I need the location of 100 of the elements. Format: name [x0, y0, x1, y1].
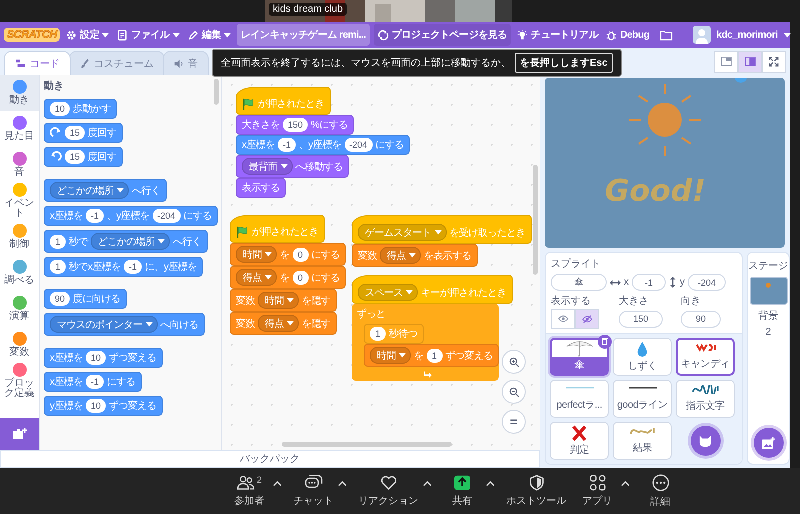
number-input[interactable]: -1 — [278, 138, 296, 152]
code-block[interactable]: x座標を -1 にする — [44, 372, 142, 392]
menu-item[interactable]: 設定 — [64, 26, 112, 44]
toolbar-button[interactable]: 共有 — [444, 474, 482, 508]
size-field[interactable]: 150 — [619, 310, 663, 328]
code-block[interactable]: 得点 を 0 にする — [230, 266, 346, 289]
code-block[interactable]: 大きさを 150 %にする — [236, 115, 354, 135]
category-item[interactable]: 制御 — [0, 219, 39, 255]
number-input[interactable]: 0 — [292, 248, 308, 262]
folder-icon[interactable] — [660, 30, 673, 40]
number-input[interactable]: 10 — [50, 102, 70, 116]
hide-button[interactable] — [575, 309, 599, 329]
chevron-up-icon[interactable] — [486, 480, 494, 486]
menu-item[interactable]: 編集 — [186, 26, 233, 44]
menu-item[interactable]: ファイル — [115, 26, 182, 44]
dropdown-menu[interactable]: マウスのポインター — [50, 316, 158, 333]
backpack-bar[interactable]: バックパック — [0, 450, 540, 468]
number-input[interactable]: 15 — [65, 126, 86, 140]
number-input[interactable]: 1 — [370, 327, 386, 341]
code-block[interactable]: 15 度回す — [44, 147, 123, 167]
toolbar-button[interactable]: ホストツール — [506, 474, 566, 508]
add-backdrop-button[interactable] — [754, 428, 784, 458]
x-field[interactable]: -1 — [632, 274, 666, 291]
number-input[interactable]: 1 — [50, 234, 66, 248]
number-input[interactable]: -1 — [86, 375, 104, 389]
code-block[interactable]: 1 秒待つ — [364, 324, 424, 344]
loop-block[interactable]: ずっと 1 秒待つ 時間 を 1 ずつ変える — [352, 304, 499, 381]
sprite-tile[interactable]: perfectラ... — [550, 380, 609, 418]
number-input[interactable]: 150 — [283, 118, 308, 132]
account-menu[interactable]: kdc_morimori — [690, 24, 793, 46]
chevron-up-icon[interactable] — [272, 480, 282, 486]
toolbar-button[interactable]: リアクション — [358, 474, 418, 508]
code-block[interactable]: 90 度に向ける — [44, 289, 127, 309]
number-input[interactable]: 90 — [50, 292, 70, 306]
zoom-in-button[interactable] — [502, 350, 526, 374]
stage-thumbnail[interactable] — [750, 277, 788, 305]
toolbar-button[interactable]: 詳細 — [642, 474, 680, 508]
reset-zoom-button[interactable] — [502, 410, 526, 434]
add-sprite-button[interactable] — [690, 426, 720, 456]
sprite-tile[interactable]: goodライン — [613, 380, 672, 418]
category-item[interactable]: 動き — [0, 75, 39, 111]
sprite-name-field[interactable]: 傘 — [551, 274, 607, 291]
code-block[interactable]: 1 秒でx座標を -1 に、y座標を — [44, 257, 204, 277]
sprite-tile[interactable]: キャンディ — [676, 338, 735, 376]
dropdown-menu[interactable]: どこかの場所 — [91, 233, 170, 250]
add-extension-button[interactable] — [0, 418, 39, 450]
category-item[interactable]: 変数 — [0, 327, 39, 363]
category-item[interactable]: 音 — [0, 147, 39, 183]
project-page-button[interactable]: プロジェクトページを見る — [374, 24, 512, 46]
code-block[interactable]: x座標を 10 ずつ変える — [44, 348, 163, 368]
sprite-tile[interactable]: 傘 — [550, 338, 609, 376]
scrollbar[interactable] — [533, 165, 538, 275]
sprite-tile[interactable]: 指示文字 — [676, 380, 735, 418]
code-block[interactable]: マウスのポインター へ向ける — [44, 313, 204, 336]
sprite-tile[interactable]: 判定 — [550, 422, 609, 460]
chevron-up-icon[interactable] — [422, 480, 432, 486]
zoom-out-button[interactable] — [502, 380, 526, 404]
toolbar-button[interactable]: アプリ — [578, 474, 616, 508]
category-item[interactable]: 演算 — [0, 291, 39, 327]
code-block[interactable]: 10 歩動かす — [44, 99, 118, 119]
code-block[interactable]: どこかの場所 へ行く — [44, 179, 166, 202]
code-block[interactable]: 最背面 へ移動する — [236, 155, 349, 178]
category-item[interactable]: イベント — [0, 183, 39, 219]
fullscreen-button[interactable] — [762, 50, 786, 72]
debug-button[interactable]: Debug — [604, 28, 652, 42]
show-button[interactable] — [551, 309, 575, 329]
scrollbar[interactable] — [214, 79, 219, 105]
sprite-tile[interactable]: しずく — [613, 338, 672, 376]
chevron-up-icon[interactable] — [620, 480, 630, 486]
number-input[interactable]: 0 — [292, 270, 308, 284]
small-stage-button[interactable] — [714, 50, 738, 72]
number-input[interactable]: 15 — [65, 150, 86, 164]
tutorials-button[interactable]: チュートリアル — [515, 26, 600, 44]
number-input[interactable]: -204 — [344, 138, 373, 152]
scrollbar[interactable] — [282, 442, 452, 447]
delete-icon[interactable] — [598, 335, 612, 349]
number-input[interactable]: 1 — [426, 348, 442, 362]
number-input[interactable]: -1 — [124, 260, 142, 274]
code-block[interactable]: 表示する — [236, 178, 286, 198]
number-input[interactable]: -204 — [152, 209, 181, 223]
category-item[interactable]: ブロック定義 — [0, 363, 39, 399]
chevron-up-icon[interactable] — [338, 480, 346, 486]
tab[interactable]: コード — [4, 51, 71, 75]
code-block[interactable]: 時間 を 1 ずつ変える — [364, 344, 499, 367]
category-item[interactable]: 調べる — [0, 255, 39, 291]
direction-field[interactable]: 90 — [681, 310, 721, 328]
number-input[interactable]: 10 — [86, 351, 106, 365]
code-block[interactable]: 1 秒で どこかの場所 へ行く — [44, 230, 208, 253]
code-block[interactable]: 15 度回す — [44, 123, 123, 143]
sprite-tile[interactable]: 結果 — [613, 422, 672, 460]
number-input[interactable]: 1 — [50, 260, 66, 274]
dropdown-menu[interactable]: 最背面 — [242, 158, 292, 175]
code-block[interactable]: y座標を 10 ずつ変える — [44, 396, 163, 416]
category-item[interactable]: 見た目 — [0, 111, 39, 147]
y-field[interactable]: -204 — [688, 274, 726, 291]
large-stage-button[interactable] — [738, 50, 762, 72]
code-block[interactable]: x座標を -1 、y座標を -204 にする — [44, 206, 218, 226]
code-block[interactable]: 時間 を 0 にする — [230, 243, 346, 266]
toolbar-button[interactable]: 2 参加者 — [230, 474, 268, 508]
number-input[interactable]: -1 — [86, 209, 104, 223]
